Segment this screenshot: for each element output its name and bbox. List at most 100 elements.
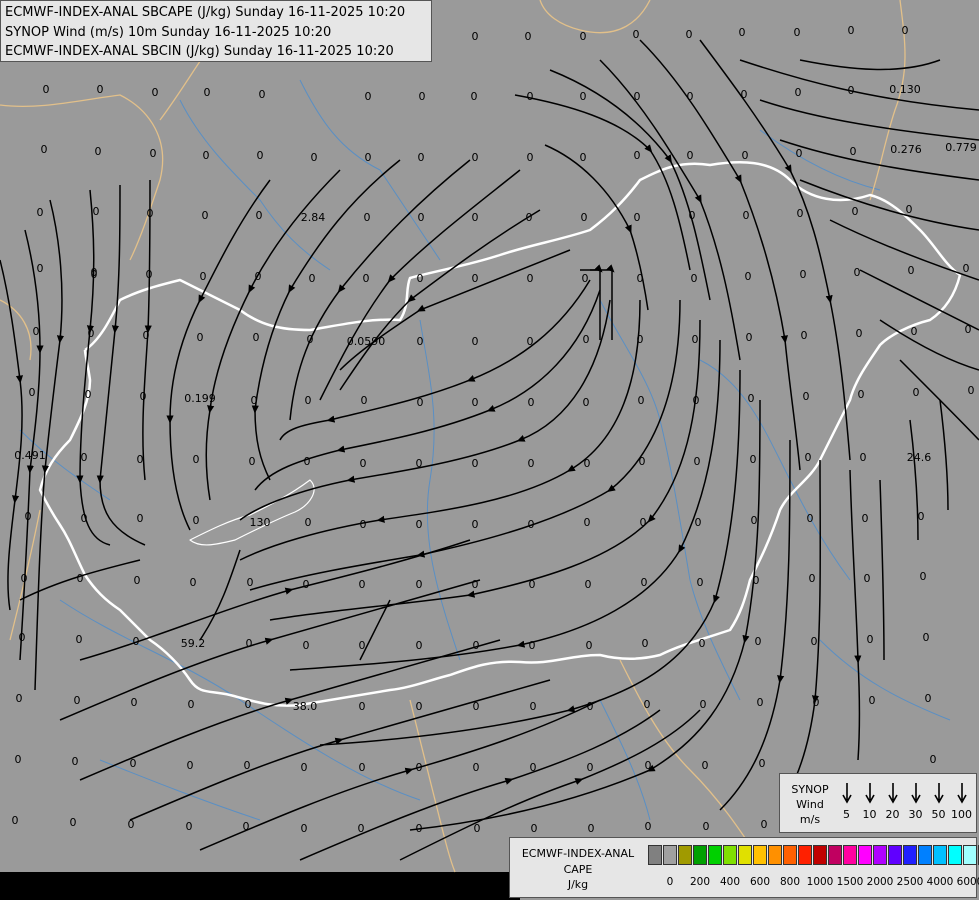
cape-value-label: 0 bbox=[751, 514, 758, 527]
cape-value-label: 0 bbox=[930, 753, 937, 766]
wind-legend-value: 5 bbox=[843, 808, 850, 821]
down-arrow-icon bbox=[910, 783, 921, 804]
cape-scale-tick-label: 1000 bbox=[806, 876, 834, 888]
wind-legend-item: 10 bbox=[858, 782, 881, 821]
cape-value-label: 0.779 bbox=[945, 141, 977, 154]
cape-color-swatch bbox=[753, 845, 767, 865]
cape-value-label: 0 bbox=[697, 576, 704, 589]
cape-value-label: 0 bbox=[634, 149, 641, 162]
cape-value-label: 0 bbox=[259, 88, 266, 101]
cape-value-label: 0 bbox=[695, 516, 702, 529]
down-arrow-icon bbox=[841, 783, 852, 804]
cape-value-label: 0 bbox=[257, 149, 264, 162]
cape-value-label: 0 bbox=[25, 510, 32, 523]
cape-value-label: 0 bbox=[699, 637, 706, 650]
title-line-cin: ECMWF-INDEX-ANAL SBCIN (J/kg) Sunday 16-… bbox=[5, 44, 394, 59]
cape-value-label: 0 bbox=[531, 822, 538, 835]
cape-value-label: 0 bbox=[88, 327, 95, 340]
cape-value-label: 0 bbox=[580, 151, 587, 164]
cape-color-swatch bbox=[813, 845, 827, 865]
cape-value-label: 0 bbox=[692, 333, 699, 346]
cape-value-label: 0 bbox=[526, 211, 533, 224]
cape-value-label: 0 bbox=[864, 572, 871, 585]
cape-value-label: 0 bbox=[638, 394, 645, 407]
cape-value-label: 0 bbox=[755, 635, 762, 648]
cape-value-label: 0 bbox=[33, 325, 40, 338]
cape-color-swatch bbox=[663, 845, 677, 865]
cape-value-label: 0 bbox=[856, 327, 863, 340]
wind-legend-title-line: Wind bbox=[796, 798, 824, 811]
cape-value-label: 0 bbox=[796, 147, 803, 160]
cape-value-label: 0 bbox=[702, 759, 709, 772]
cape-value-label: 0 bbox=[797, 207, 804, 220]
cape-value-label: 0 bbox=[417, 396, 424, 409]
cape-value-label: 0 bbox=[746, 331, 753, 344]
cape-value-label: 0 bbox=[70, 816, 77, 829]
cape-value-label: 0 bbox=[472, 151, 479, 164]
cape-value-label: 0 bbox=[81, 512, 88, 525]
cape-value-label: 0 bbox=[473, 700, 480, 713]
cape-value-label: 0 bbox=[644, 698, 651, 711]
cape-value-label: 0 bbox=[813, 696, 820, 709]
cape-value-label: 0 bbox=[305, 394, 312, 407]
cape-value-label: 0 bbox=[311, 151, 318, 164]
cape-value-label: 0 bbox=[417, 272, 424, 285]
cape-value-label: 0 bbox=[471, 90, 478, 103]
cape-value-label: 0 bbox=[97, 83, 104, 96]
cape-value-label: 0 bbox=[193, 453, 200, 466]
cape-value-label: 0 bbox=[637, 272, 644, 285]
cape-value-label: 0 bbox=[757, 696, 764, 709]
cape-value-label: 0 bbox=[133, 635, 140, 648]
cape-value-label: 0 bbox=[902, 24, 909, 37]
cape-scale-tick-label: 200 bbox=[689, 876, 711, 888]
cape-value-label: 0 bbox=[584, 516, 591, 529]
cape-value-label: 0 bbox=[41, 143, 48, 156]
cape-value-label: 0 bbox=[95, 145, 102, 158]
cape-value-label: 0 bbox=[741, 88, 748, 101]
wind-legend-value: 10 bbox=[862, 808, 877, 821]
cape-scale-tick-label: 2000 bbox=[866, 876, 894, 888]
cape-value-label: 0 bbox=[739, 26, 746, 39]
cape-value-label: 0 bbox=[473, 639, 480, 652]
cape-value-label: 0 bbox=[761, 818, 768, 831]
cape-value-label: 0 bbox=[906, 203, 913, 216]
cape-value-label: 0 bbox=[965, 323, 972, 336]
cape-value-label: 0 bbox=[245, 698, 252, 711]
cape-value-label: 0 bbox=[867, 633, 874, 646]
cape-value-label: 0 bbox=[528, 518, 535, 531]
cape-value-label: 0 bbox=[641, 576, 648, 589]
cape-value-label: 0 bbox=[794, 26, 801, 39]
cape-legend-title-line: ECMWF-INDEX-ANAL bbox=[521, 847, 635, 860]
cape-value-label: 0 bbox=[588, 822, 595, 835]
cape-value-label: 0 bbox=[81, 451, 88, 464]
cape-value-label: 0.0590 bbox=[347, 335, 386, 348]
cape-value-label: 0 bbox=[750, 453, 757, 466]
cape-scale-tick-label: 1500 bbox=[836, 876, 864, 888]
cape-value-label: 0 bbox=[913, 386, 920, 399]
cape-value-label: 0 bbox=[251, 394, 258, 407]
cape-value-label: 0 bbox=[634, 211, 641, 224]
cape-value-label: 0 bbox=[134, 574, 141, 587]
cape-value-label: 0 bbox=[860, 451, 867, 464]
down-arrow-icon bbox=[887, 783, 898, 804]
cape-value-label: 0 bbox=[805, 451, 812, 464]
wind-legend: SYNOP Wind m/s 5 10 20 30 50 100 bbox=[779, 773, 977, 833]
cape-scale-tick-label: 800 bbox=[779, 876, 801, 888]
cape-value-label: 0 bbox=[416, 822, 423, 835]
cape-value-label: 0 bbox=[472, 396, 479, 409]
title-line-wind: SYNOP Wind (m/s) 10m Sunday 16-11-2025 1… bbox=[5, 24, 332, 40]
cape-color-swatch bbox=[768, 845, 782, 865]
cape-legend-title: ECMWF-INDEX-ANAL CAPE J/kg bbox=[512, 846, 644, 893]
cape-value-label: 0 bbox=[527, 272, 534, 285]
cape-value-label: 0 bbox=[255, 270, 262, 283]
cape-value-label: 0 bbox=[365, 151, 372, 164]
cape-value-label: 0 bbox=[472, 518, 479, 531]
cape-value-label: 0 bbox=[29, 386, 36, 399]
cape-value-label: 0 bbox=[204, 86, 211, 99]
cape-value-label: 0 bbox=[795, 86, 802, 99]
cape-value-label: 38.0 bbox=[293, 700, 318, 713]
cape-value-label: 0 bbox=[76, 633, 83, 646]
cape-value-label: 0 bbox=[202, 209, 209, 222]
cape-value-label: 0 bbox=[472, 335, 479, 348]
cape-value-label: 0 bbox=[800, 268, 807, 281]
